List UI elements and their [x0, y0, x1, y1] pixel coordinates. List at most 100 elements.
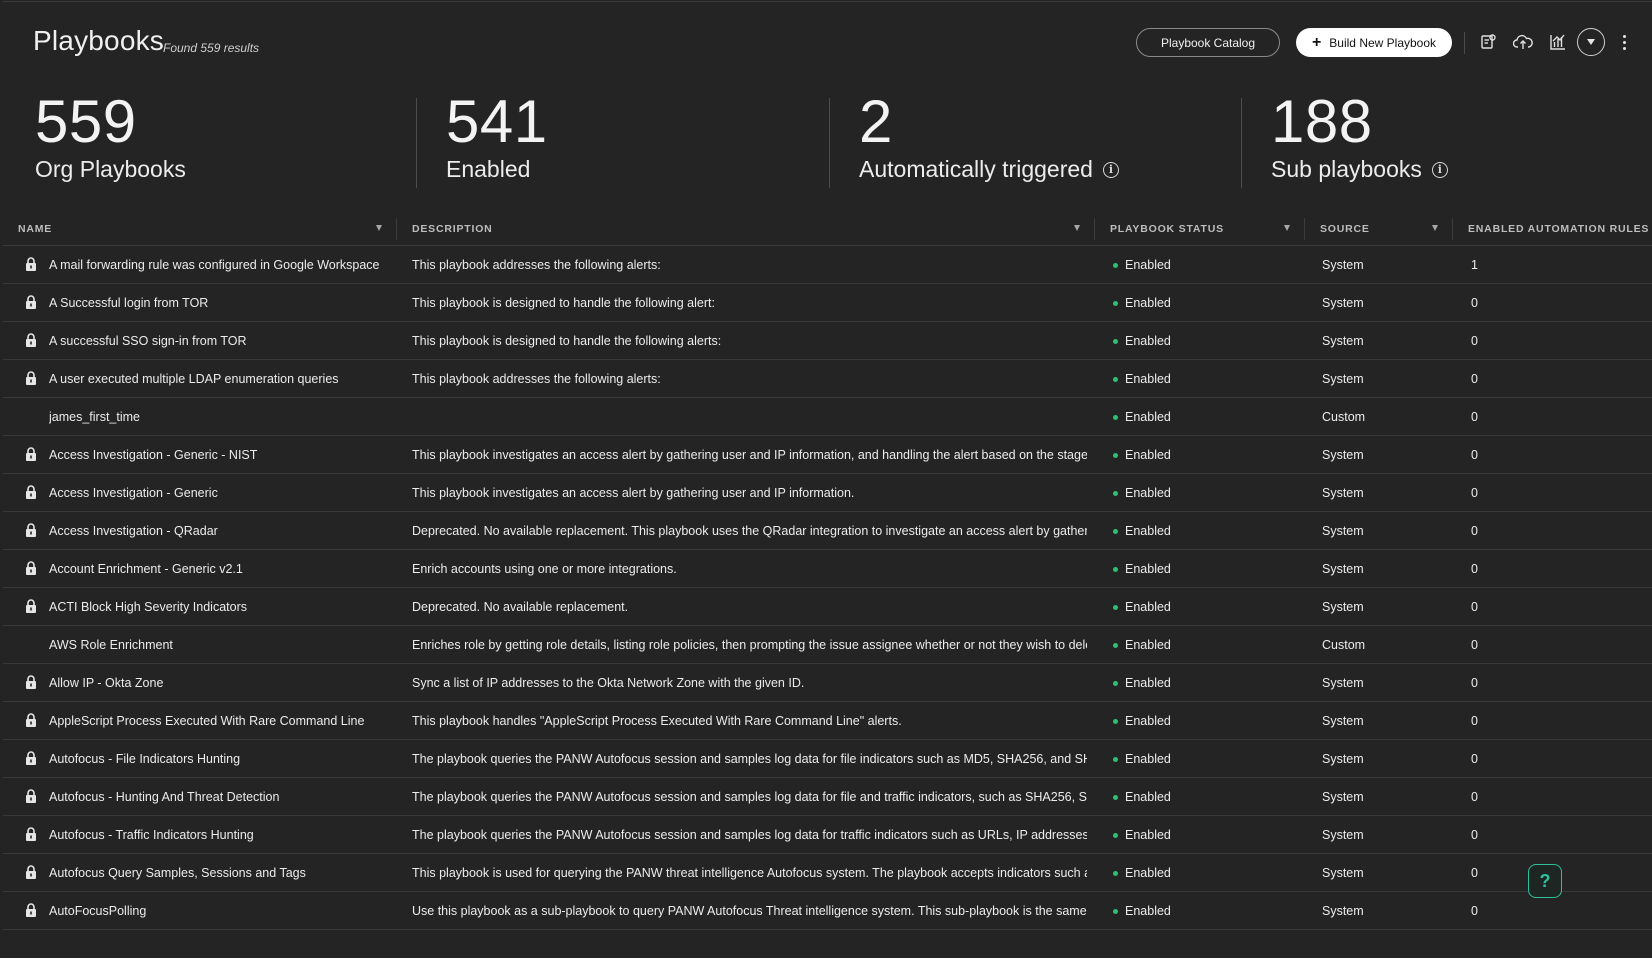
playbook-description: The playbook queries the PANW Autofocus …: [412, 752, 1087, 766]
table-row[interactable]: AppleScript Process Executed With Rare C…: [3, 702, 1652, 740]
filter-dropdown-icon[interactable]: [1577, 28, 1605, 56]
table-row[interactable]: Allow IP - Okta Zone Sync a list of IP ad…: [3, 664, 1652, 702]
playbook-name[interactable]: Autofocus Query Samples, Sessions and Ta…: [49, 854, 389, 892]
playbook-name[interactable]: AppleScript Process Executed With Rare C…: [49, 702, 389, 740]
status-label: Enabled: [1125, 638, 1171, 652]
playbook-source: System: [1322, 296, 1364, 310]
playbook-name[interactable]: james_first_time: [49, 398, 389, 436]
cloud-upload-icon[interactable]: [1511, 30, 1535, 54]
lock-icon: [25, 257, 37, 271]
stat-label: Enabled: [446, 156, 531, 182]
status-dot-icon: [1113, 490, 1118, 496]
table-row[interactable]: Access Investigation - Generic - NIST Thi…: [3, 436, 1652, 474]
filter-icon[interactable]: [1284, 225, 1290, 231]
status-label: Enabled: [1125, 524, 1171, 538]
lock-icon: [25, 789, 37, 803]
column-header-description[interactable]: DESCRIPTION: [412, 212, 493, 246]
playbook-name[interactable]: Autofocus - Hunting And Threat Detection: [49, 778, 389, 816]
playbook-automation-rules: 0: [1471, 638, 1478, 652]
plus-icon: +: [1311, 33, 1322, 51]
playbook-name[interactable]: A mail forwarding rule was configured in…: [49, 246, 389, 284]
status-label: Enabled: [1125, 486, 1171, 500]
table-row[interactable]: Autofocus Query Samples, Sessions and Ta…: [3, 854, 1652, 892]
more-options-icon[interactable]: [1617, 30, 1631, 54]
lock-icon: [25, 333, 37, 347]
table-row[interactable]: A Successful login from TOR This playbook…: [3, 284, 1652, 322]
filter-icon[interactable]: [1432, 225, 1438, 231]
table-row[interactable]: AWS Role Enrichment Enriches role by gett…: [3, 626, 1652, 664]
table-row[interactable]: Autofocus - Hunting And Threat Detection…: [3, 778, 1652, 816]
info-icon[interactable]: i: [1102, 161, 1119, 178]
playbook-automation-rules: 0: [1471, 562, 1478, 576]
chart-icon[interactable]: [1546, 30, 1570, 54]
table-row[interactable]: A successful SSO sign-in from TOR This pl…: [3, 322, 1652, 360]
info-icon[interactable]: i: [1431, 161, 1448, 178]
playbook-name[interactable]: AWS Role Enrichment: [49, 626, 389, 664]
playbook-automation-rules: 1: [1471, 258, 1478, 272]
table-row[interactable]: Autofocus - Traffic Indicators Hunting Th…: [3, 816, 1652, 854]
lock-icon: [25, 485, 37, 499]
playbook-status: Enabled: [1113, 626, 1293, 664]
status-dot-icon: [1113, 262, 1118, 268]
playbook-catalog-button[interactable]: Playbook Catalog: [1136, 28, 1280, 57]
playbook-name[interactable]: A successful SSO sign-in from TOR: [49, 322, 389, 360]
playbook-status: Enabled: [1113, 550, 1293, 588]
table-row[interactable]: james_first_time Enabled Custom 0: [3, 398, 1652, 436]
result-count: Found 559 results: [163, 41, 260, 55]
column-header-status[interactable]: PLAYBOOK STATUS: [1110, 212, 1224, 246]
lock-icon: [25, 675, 37, 689]
status-dot-icon: [1113, 300, 1118, 306]
playbook-name[interactable]: A user executed multiple LDAP enumeratio…: [49, 360, 389, 398]
playbook-source: System: [1322, 448, 1364, 462]
playbook-name[interactable]: Allow IP - Okta Zone: [49, 664, 389, 702]
filter-icon[interactable]: [376, 225, 382, 231]
table-row[interactable]: A mail forwarding rule was configured in…: [3, 246, 1652, 284]
playbook-description: [412, 398, 1087, 436]
status-label: Enabled: [1125, 448, 1171, 462]
filter-icon[interactable]: [1074, 225, 1080, 231]
stat-value: 188: [1271, 88, 1373, 155]
playbook-source: System: [1322, 524, 1364, 538]
playbook-automation-rules: 0: [1471, 296, 1478, 310]
lock-icon: [25, 295, 37, 309]
build-new-playbook-button[interactable]: + Build New Playbook: [1296, 28, 1452, 57]
playbook-name[interactable]: Access Investigation - Generic: [49, 474, 389, 512]
status-dot-icon: [1113, 680, 1118, 686]
playbook-status: Enabled: [1113, 740, 1293, 778]
playbook-description: The playbook queries the PANW Autofocus …: [412, 790, 1087, 804]
status-dot-icon: [1113, 642, 1118, 648]
clipboard-settings-icon[interactable]: [1476, 30, 1500, 54]
playbook-source: System: [1322, 866, 1364, 880]
lock-icon: [25, 903, 37, 917]
stat-divider: [416, 98, 417, 188]
playbook-name[interactable]: A Successful login from TOR: [49, 284, 389, 322]
playbook-name[interactable]: Account Enrichment - Generic v2.1: [49, 550, 389, 588]
playbook-status: Enabled: [1113, 892, 1293, 930]
table-row[interactable]: A user executed multiple LDAP enumeratio…: [3, 360, 1652, 398]
help-button[interactable]: ?: [1528, 864, 1562, 898]
column-header-source[interactable]: SOURCE: [1320, 212, 1370, 246]
playbook-name[interactable]: ACTI Block High Severity Indicators: [49, 588, 389, 626]
playbooks-page: Playbooks Found 559 results Playbook Cat…: [3, 1, 1652, 958]
playbook-description: This playbook handles "AppleScript Proce…: [412, 714, 902, 728]
status-label: Enabled: [1125, 334, 1171, 348]
playbook-name[interactable]: AutoFocusPolling: [49, 892, 389, 930]
build-new-playbook-label: Build New Playbook: [1329, 35, 1437, 50]
playbook-name[interactable]: Autofocus - Traffic Indicators Hunting: [49, 816, 389, 854]
column-header-automation-rules[interactable]: ENABLED AUTOMATION RULES: [1468, 212, 1649, 246]
table-row[interactable]: AutoFocusPolling Use this playbook as a s…: [3, 892, 1652, 930]
table-row[interactable]: Access Investigation - Generic This playb…: [3, 474, 1652, 512]
table-row[interactable]: Autofocus - File Indicators Hunting The p…: [3, 740, 1652, 778]
table-row[interactable]: Account Enrichment - Generic v2.1 Enrich …: [3, 550, 1652, 588]
status-dot-icon: [1113, 718, 1118, 724]
playbook-name[interactable]: Access Investigation - QRadar: [49, 512, 389, 550]
playbook-name[interactable]: Autofocus - File Indicators Hunting: [49, 740, 389, 778]
status-label: Enabled: [1125, 258, 1171, 272]
playbook-description: This playbook investigates an access ale…: [412, 448, 1087, 462]
table-row[interactable]: ACTI Block High Severity Indicators Depre…: [3, 588, 1652, 626]
lock-icon: [25, 713, 37, 727]
status-label: Enabled: [1125, 714, 1171, 728]
playbook-name[interactable]: Access Investigation - Generic - NIST: [49, 436, 389, 474]
column-header-name[interactable]: NAME: [18, 212, 52, 246]
table-row[interactable]: Access Investigation - QRadar Deprecated.…: [3, 512, 1652, 550]
